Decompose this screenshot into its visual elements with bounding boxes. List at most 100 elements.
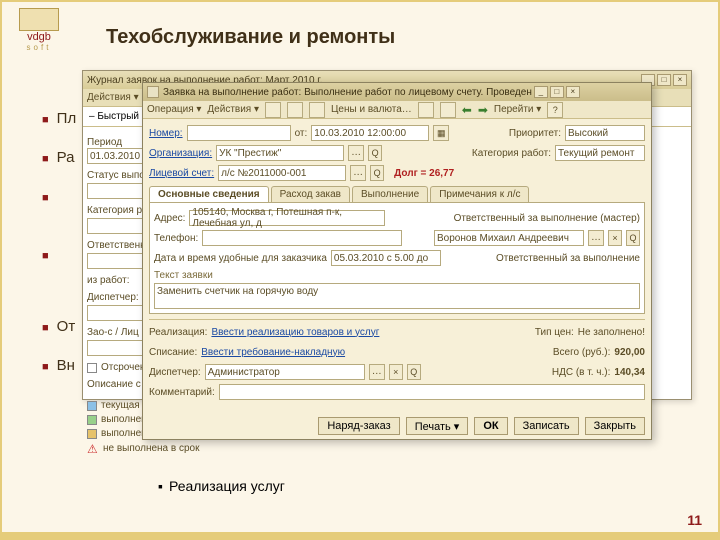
- disp-clear-button[interactable]: ×: [389, 364, 403, 380]
- journal-max-icon[interactable]: □: [657, 74, 671, 86]
- close-button[interactable]: Закрыть: [585, 417, 645, 435]
- tb-operation[interactable]: Операция ▾: [147, 104, 201, 115]
- slide: vdgb soft Техобслуживание и ремонты Пл Р…: [0, 0, 720, 540]
- resp-clear-button[interactable]: ×: [608, 230, 622, 246]
- tb-actions[interactable]: Действия ▾: [207, 104, 259, 115]
- tb-price[interactable]: Цены и валюта…: [331, 104, 412, 115]
- slide-title: Техобслуживание и ремонты: [106, 26, 395, 49]
- phone-field[interactable]: [202, 230, 402, 246]
- save-button[interactable]: Записать: [514, 417, 579, 435]
- time-field[interactable]: 05.03.2010 с 5.00 до: [331, 250, 441, 266]
- request-title: Заявка на выполнение работ: Выполнение р…: [163, 87, 532, 98]
- journal-close-icon[interactable]: ×: [673, 74, 687, 86]
- logo: vdgb soft: [8, 8, 70, 52]
- request-min-icon[interactable]: _: [534, 86, 548, 98]
- request-bottombar: Наряд-заказ Печать ▾ ОК Записать Закрыть: [149, 417, 645, 435]
- tab-consumption[interactable]: Расход закав: [271, 186, 350, 202]
- calendar-icon[interactable]: ▦: [433, 125, 449, 141]
- comment-field[interactable]: [219, 384, 645, 400]
- slide-bullets: Пл Ра От Вн: [42, 110, 76, 396]
- legend-1: текущая с: [101, 400, 148, 411]
- naryad-button[interactable]: Наряд-заказ: [318, 417, 399, 435]
- resp-open-button[interactable]: Q: [626, 230, 640, 246]
- request-text-label: Текст заявки: [154, 270, 640, 281]
- org-field[interactable]: УК "Престиж": [216, 145, 344, 161]
- from-label: от:: [295, 128, 308, 139]
- addr-label: Адрес:: [154, 213, 185, 224]
- legend-3: выполнен: [101, 428, 147, 439]
- otrec-checkbox[interactable]: [87, 363, 97, 373]
- request-close-icon[interactable]: ×: [566, 86, 580, 98]
- disp-select-button[interactable]: …: [369, 364, 385, 380]
- bullet-1: Пл: [42, 110, 76, 127]
- org-open-button[interactable]: Q: [368, 145, 382, 161]
- warning-icon: ⚠: [87, 442, 99, 454]
- request-toolbar: Операция ▾ Действия ▾ Цены и валюта… ⬅ ➡…: [143, 101, 651, 119]
- org-select-button[interactable]: …: [348, 145, 364, 161]
- separator: [149, 319, 645, 320]
- ls-label[interactable]: Лицевой счет:: [149, 168, 214, 179]
- nds-value: 140,34: [614, 367, 645, 378]
- toolbar-icon[interactable]: [287, 102, 303, 118]
- journal-actions[interactable]: Действия ▾: [87, 92, 139, 103]
- date-field[interactable]: 10.03.2010 12:00:00: [311, 125, 429, 141]
- request-max-icon[interactable]: □: [550, 86, 564, 98]
- toolbar-icon[interactable]: [440, 102, 456, 118]
- tab-main[interactable]: Основные сведения: [149, 186, 269, 202]
- toolbar-icon[interactable]: [265, 102, 281, 118]
- request-dialog: Заявка на выполнение работ: Выполнение р…: [142, 82, 652, 440]
- ls-field[interactable]: л/с №2011000-001: [218, 165, 346, 181]
- tab-execution[interactable]: Выполнение: [352, 186, 428, 202]
- ls-open-button[interactable]: Q: [370, 165, 384, 181]
- dispatcher-field[interactable]: Администратор: [205, 364, 365, 380]
- tab-notes[interactable]: Примечания к л/с: [430, 186, 529, 202]
- real-label: Реализация:: [149, 327, 207, 338]
- responsible-field[interactable]: Воронов Михаил Андреевич: [434, 230, 584, 246]
- debt-value: Долг = 26,77: [394, 168, 454, 179]
- disp-open-button[interactable]: Q: [407, 364, 421, 380]
- org-label[interactable]: Организация:: [149, 148, 212, 159]
- tabs: Основные сведения Расход закав Выполнени…: [149, 186, 645, 202]
- spis-link[interactable]: Ввести требование-накладную: [201, 347, 345, 358]
- comment-label: Комментарий:: [149, 387, 215, 398]
- ls-select-button[interactable]: …: [350, 165, 366, 181]
- request-text[interactable]: Заменить счетчик на горячую воду: [154, 283, 640, 309]
- help-icon[interactable]: ?: [547, 102, 563, 118]
- responsible-label: Ответственный за выполнение (мастер): [454, 213, 640, 224]
- tb-goto[interactable]: Перейти ▾: [494, 104, 541, 115]
- toolbar-icon[interactable]: [309, 102, 325, 118]
- bullet-spacer2: [42, 246, 76, 296]
- priority-field[interactable]: Высокий: [565, 125, 645, 141]
- resp-select-button[interactable]: …: [588, 230, 604, 246]
- priority-label: Приоритет:: [509, 128, 561, 139]
- time-label: Дата и время удобные для заказчика: [154, 253, 327, 264]
- logo-text: vdgb: [27, 31, 51, 43]
- service-item: Реализация услуг: [158, 478, 285, 494]
- arrow-right-icon[interactable]: ➡: [478, 103, 488, 117]
- total-label: Всего (руб.):: [553, 347, 611, 358]
- page-number: 11: [687, 512, 702, 528]
- number-field[interactable]: [187, 125, 291, 141]
- tab-body: Адрес: 105140, Москва г, Потешная п-к, Л…: [149, 202, 645, 314]
- bullet-2: Ра: [42, 149, 76, 166]
- footer-bar: [2, 532, 718, 538]
- work-cat-label: Категория работ:: [472, 148, 551, 159]
- bullet-4: Вн: [42, 357, 76, 374]
- arrow-left-icon[interactable]: ⬅: [462, 103, 472, 117]
- total-value: 920,00: [614, 347, 645, 358]
- logo-sub: soft: [27, 43, 52, 52]
- work-cat-field[interactable]: Текущий ремонт: [555, 145, 645, 161]
- number-label[interactable]: Номер:: [149, 128, 183, 139]
- phone-label: Телефон:: [154, 233, 198, 244]
- logo-box: [19, 8, 59, 31]
- print-button[interactable]: Печать ▾: [406, 417, 469, 435]
- ok-button[interactable]: ОК: [474, 417, 507, 435]
- legend-color-1: [87, 401, 97, 411]
- spis-label: Списание:: [149, 347, 197, 358]
- otrec-label: Отсрочен: [101, 362, 145, 373]
- toolbar-icon[interactable]: [418, 102, 434, 118]
- request-dialog-icon: [147, 86, 159, 98]
- addr-field[interactable]: 105140, Москва г, Потешная п-к, Лечебная…: [189, 210, 385, 226]
- real-link[interactable]: Ввести реализацию товаров и услуг: [211, 327, 379, 338]
- price-type-label: Тип цен:: [535, 327, 574, 338]
